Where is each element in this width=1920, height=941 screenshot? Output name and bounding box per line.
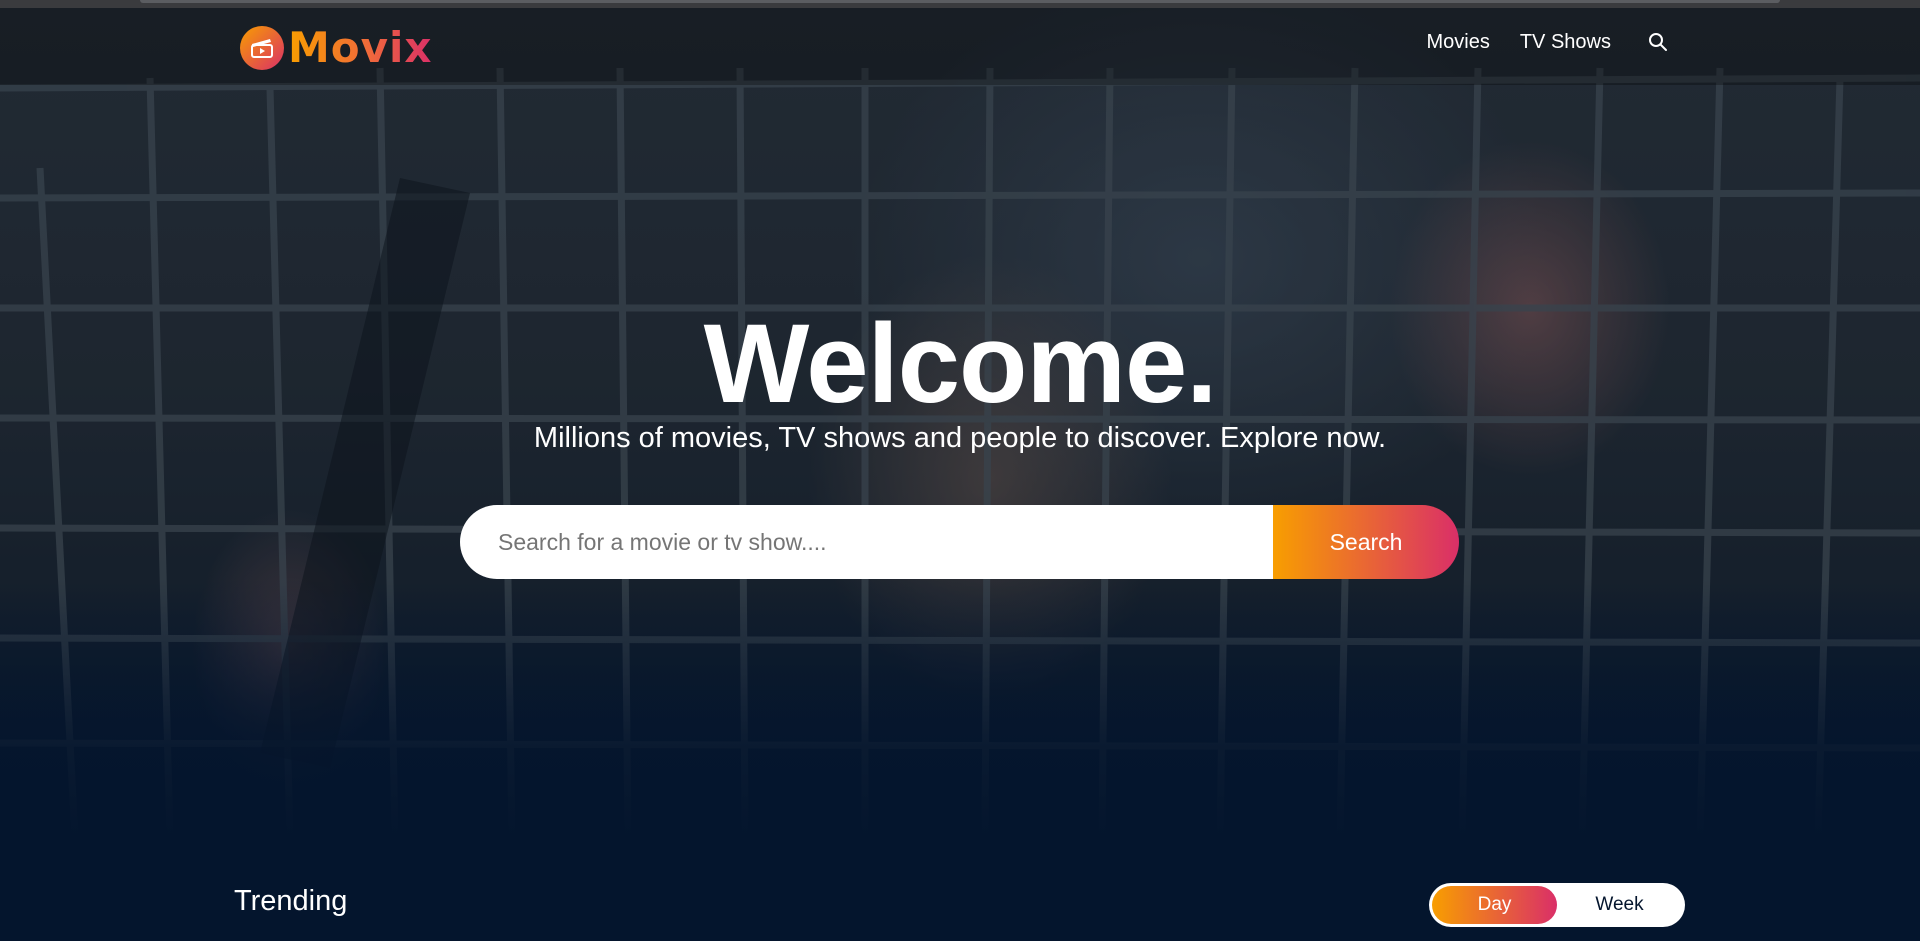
hero-search-bar: Search [460, 505, 1459, 579]
clapperboard-icon [240, 25, 284, 70]
search-button[interactable]: Search [1273, 505, 1459, 579]
browser-top-strip [0, 0, 1920, 8]
tab-day[interactable]: Day [1432, 886, 1557, 924]
brand-name: Movix [288, 23, 433, 72]
search-icon[interactable] [1646, 30, 1670, 54]
hero-title: Welcome. [703, 301, 1218, 426]
main-nav: Movies TV Shows [1411, 30, 1670, 54]
site-header: Movix Movies TV Shows [0, 8, 1920, 85]
nav-item-tv-shows[interactable]: TV Shows [1505, 31, 1626, 54]
brand-logo[interactable]: Movix [240, 23, 433, 72]
hero-subtitle: Millions of movies, TV shows and people … [533, 422, 1387, 454]
search-input[interactable] [460, 505, 1273, 579]
trending-time-switch: Day Week [1429, 883, 1685, 927]
hero-fade-overlay [0, 578, 1920, 838]
tab-week[interactable]: Week [1557, 886, 1682, 924]
trending-title: Trending [234, 885, 348, 917]
nav-item-movies[interactable]: Movies [1411, 31, 1504, 54]
